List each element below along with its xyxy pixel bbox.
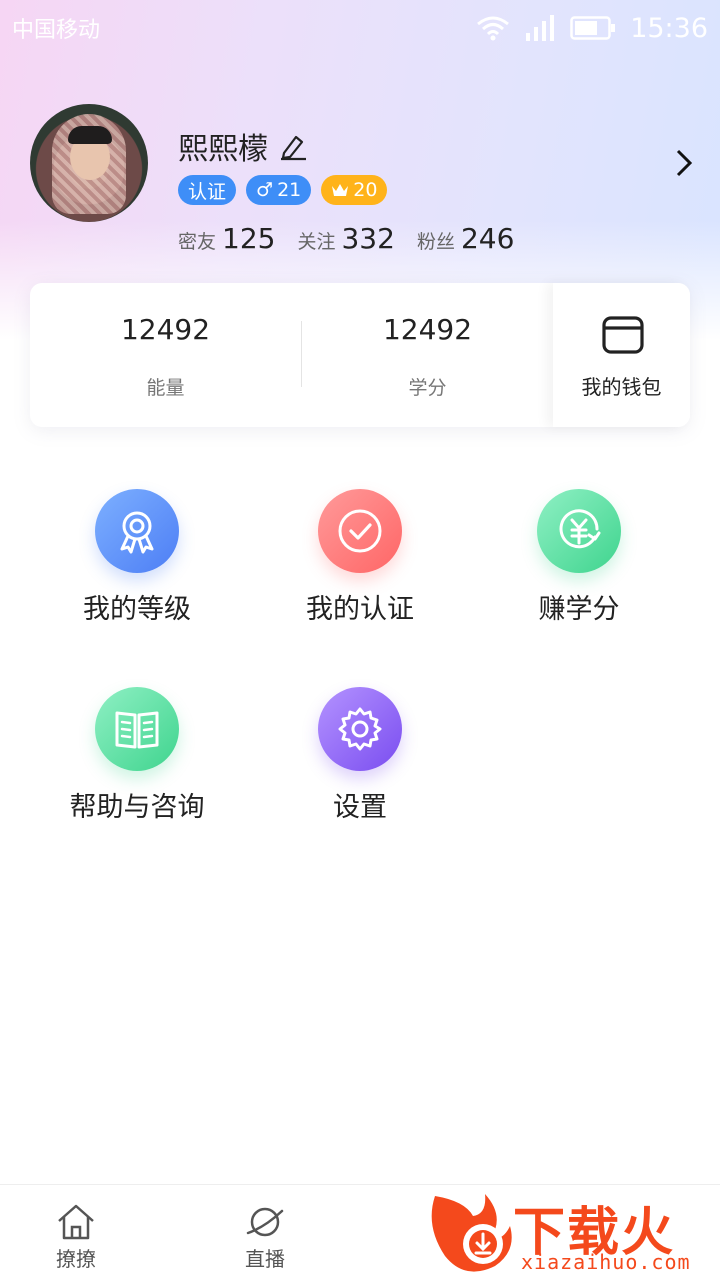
menu-label: 帮助与咨询 <box>69 792 205 823</box>
credits-stat[interactable]: 12492 学分 <box>302 283 553 427</box>
vip-level-badge: 20 <box>321 175 388 205</box>
carrier-label: 中国移动 <box>12 18 101 43</box>
nav-tab-liaoliao[interactable]: 撩撩 <box>16 1185 136 1280</box>
wallet-icon <box>602 316 644 354</box>
male-icon: ♂ <box>256 179 274 201</box>
menu-my-certification[interactable]: 我的认证 <box>260 489 460 626</box>
menu-label: 设置 <box>333 792 387 823</box>
book-icon <box>115 711 159 749</box>
credits-label: 学分 <box>408 377 447 399</box>
wifi-icon <box>477 16 510 41</box>
stat-following[interactable]: 关注 332 <box>297 222 394 255</box>
clock: 15:36 <box>630 12 708 44</box>
wallet-button[interactable]: 我的钱包 <box>553 283 690 427</box>
edit-pencil-icon[interactable] <box>278 131 308 161</box>
stat-followers[interactable]: 粉丝 246 <box>417 222 514 255</box>
nav-tab-live[interactable]: 直播 <box>205 1185 325 1280</box>
menu-my-level[interactable]: 我的等级 <box>37 489 237 626</box>
watermark-logo: 下载火 xiazaihuo.com <box>425 1186 720 1280</box>
menu-label: 我的认证 <box>306 594 414 625</box>
check-circle-icon <box>338 509 382 553</box>
yuan-coin-icon <box>559 509 601 549</box>
watermark-url: xiazaihuo.com <box>521 1250 691 1274</box>
menu-settings[interactable]: 设置 <box>260 687 460 824</box>
avatar[interactable] <box>30 104 148 222</box>
social-stats: 密友 125 关注 332 粉丝 246 <box>178 222 514 255</box>
energy-value: 12492 <box>120 313 211 346</box>
username-row: 熙熙檬 <box>178 124 308 168</box>
username: 熙熙檬 <box>178 132 268 167</box>
medal-icon <box>120 511 154 554</box>
assets-card: 12492 能量 12492 学分 我的钱包 <box>30 283 690 427</box>
crown-icon <box>332 184 349 196</box>
planet-icon <box>246 1207 284 1237</box>
menu-label: 赚学分 <box>538 594 620 625</box>
battery-icon <box>570 16 616 40</box>
age-value: 21 <box>277 179 302 201</box>
flame-logo-icon <box>431 1194 512 1272</box>
stat-close-friends[interactable]: 密友 125 <box>178 222 275 255</box>
vip-level-value: 20 <box>353 179 378 201</box>
gender-age-badge: ♂ 21 <box>246 175 312 205</box>
credits-value: 12492 <box>382 313 473 346</box>
chevron-right-icon[interactable] <box>672 148 696 178</box>
menu-help-consulting[interactable]: 帮助与咨询 <box>37 687 237 824</box>
wallet-label: 我的钱包 <box>581 375 662 399</box>
home-icon <box>58 1204 94 1240</box>
energy-label: 能量 <box>146 377 185 399</box>
status-bar: 中国移动 15:36 <box>0 0 720 56</box>
menu-label: 我的等级 <box>83 594 191 625</box>
nav-label: 直播 <box>245 1247 285 1271</box>
energy-stat[interactable]: 12492 能量 <box>30 283 301 427</box>
profile-badges: 认证 ♂ 21 20 <box>178 175 388 205</box>
status-icons: 15:36 <box>476 13 708 44</box>
nav-label: 撩撩 <box>56 1247 96 1271</box>
gear-icon <box>338 707 382 751</box>
menu-earn-credits[interactable]: 赚学分 <box>479 489 679 626</box>
signal-icon <box>526 15 555 41</box>
verified-badge: 认证 <box>178 175 237 205</box>
